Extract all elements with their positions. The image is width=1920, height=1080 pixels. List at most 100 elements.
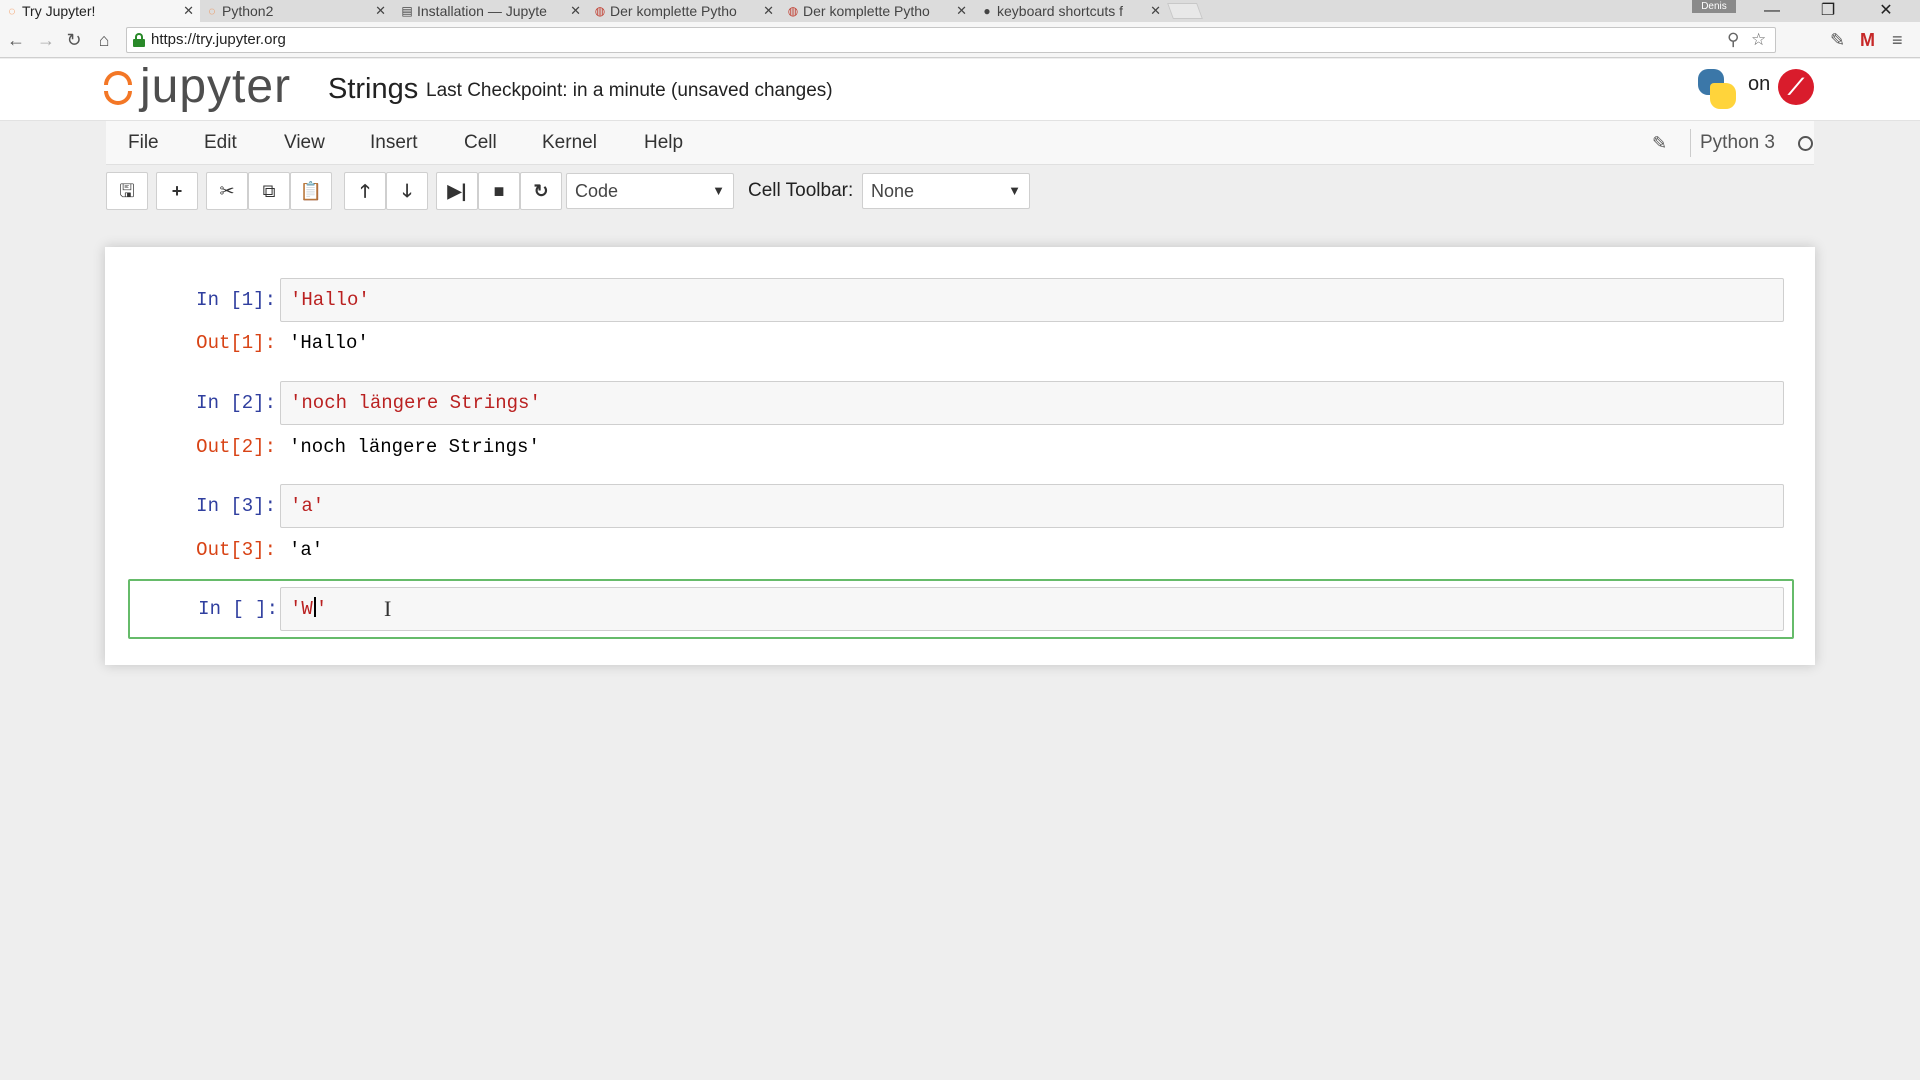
gmail-icon[interactable]: M xyxy=(1860,29,1875,51)
browser-tab-python-course-2[interactable]: ◍ Der komplette Pytho ✕ xyxy=(781,0,973,22)
caret-down-icon: ▼ xyxy=(712,183,725,198)
close-tab-icon[interactable]: ✕ xyxy=(956,0,967,22)
notebook-name[interactable]: Strings xyxy=(328,71,418,107)
close-tab-icon[interactable]: ✕ xyxy=(1150,0,1161,22)
github-icon: ● xyxy=(983,4,991,18)
jupyter-icon: ◌ xyxy=(208,4,216,18)
zoom-icon[interactable]: ⚲ xyxy=(1727,30,1739,50)
notebook-container: In [1]: 'Hallo' Out[1]: 'Hallo' In [2]: … xyxy=(105,247,1815,665)
paste-button[interactable]: 📋 xyxy=(290,172,332,210)
profile-badge[interactable]: Denis xyxy=(1692,0,1736,13)
menu-insert[interactable]: Insert xyxy=(370,121,418,165)
browser-tab-keyboard-shortcuts[interactable]: ● keyboard shortcuts f ✕ xyxy=(975,0,1167,22)
code-input[interactable]: 'noch längere Strings' xyxy=(280,381,1784,425)
code-input[interactable]: 'W ' xyxy=(280,587,1784,631)
code-input[interactable]: 'Hallo' xyxy=(280,278,1784,322)
kernel-idle-indicator-icon xyxy=(1798,136,1813,151)
caret-down-icon: ▼ xyxy=(1008,183,1021,198)
python-logo-icon xyxy=(1696,69,1738,111)
menu-help[interactable]: Help xyxy=(644,121,683,165)
output-prompt: Out[2]: xyxy=(196,436,276,458)
menu-edit[interactable]: Edit xyxy=(204,121,237,165)
cut-button[interactable]: ✂ xyxy=(206,172,248,210)
scissors-icon: ✂ xyxy=(219,181,235,201)
cell-toolbar-label: Cell Toolbar: xyxy=(748,180,854,201)
home-icon[interactable]: ⌂ xyxy=(92,28,116,52)
new-tab-button[interactable] xyxy=(1167,3,1203,19)
save-button[interactable]: 🖫 xyxy=(106,172,148,210)
paste-icon: 📋 xyxy=(299,181,323,201)
checkpoint-status: Last Checkpoint: in a minute (unsaved ch… xyxy=(426,80,833,101)
minimize-icon[interactable]: — xyxy=(1744,0,1800,22)
back-icon[interactable]: ← xyxy=(4,28,28,52)
close-tab-icon[interactable]: ✕ xyxy=(570,0,581,22)
close-tab-icon[interactable]: ✕ xyxy=(183,0,194,22)
browser-tab-python2[interactable]: ◌ Python2 ✕ xyxy=(200,0,392,22)
code-text: 'a' xyxy=(290,495,325,517)
code-input[interactable]: 'a' xyxy=(280,484,1784,528)
code-cell[interactable]: In [2]: 'noch längere Strings' Out[2]: '… xyxy=(128,381,1792,461)
menu-kernel[interactable]: Kernel xyxy=(542,121,597,165)
restart-kernel-button[interactable]: ↻ xyxy=(520,172,562,210)
kernel-name[interactable]: Python 3 xyxy=(1700,121,1775,165)
move-down-button[interactable]: 🡓 xyxy=(386,172,428,210)
close-tab-icon[interactable]: ✕ xyxy=(763,0,774,22)
mouse-ibeam-cursor-icon: I xyxy=(384,596,392,621)
udemy-icon: ◍ xyxy=(594,4,606,18)
restore-icon[interactable]: ❐ xyxy=(1800,0,1856,22)
menu-view[interactable]: View xyxy=(284,121,325,165)
reload-icon[interactable]: ↻ xyxy=(62,28,86,52)
rackspace-logo-icon: ⟋ xyxy=(1778,69,1814,105)
output-text: 'Hallo' xyxy=(289,332,369,354)
code-text: 'W ' xyxy=(290,597,328,620)
forward-icon[interactable]: → xyxy=(34,28,58,52)
menu-cell[interactable]: Cell xyxy=(464,121,497,165)
copy-icon: ⧉ xyxy=(262,181,276,201)
copy-button[interactable]: ⧉ xyxy=(248,172,290,210)
save-icon: 🖫 xyxy=(119,181,135,201)
browser-tab-try-jupyter[interactable]: ◌ Try Jupyter! ✕ xyxy=(0,0,200,22)
output-prompt: Out[1]: xyxy=(196,332,276,354)
browser-tab-python-course-1[interactable]: ◍ Der komplette Pytho ✕ xyxy=(588,0,780,22)
input-prompt: In [3]: xyxy=(196,495,276,517)
cell-type-select[interactable]: Code ▼ xyxy=(566,173,734,209)
extension-icon[interactable]: ✎ xyxy=(1830,29,1845,51)
active-code-cell[interactable]: In [ ]: 'W ' xyxy=(128,579,1794,639)
arrow-up-icon: 🡑 xyxy=(360,181,370,201)
refresh-icon: ↻ xyxy=(533,181,549,201)
notebook-header: jupyter Strings Last Checkpoint: in a mi… xyxy=(0,59,1920,121)
input-prompt: In [ ]: xyxy=(198,598,278,620)
close-window-icon[interactable]: ✕ xyxy=(1858,0,1914,22)
udemy-icon: ◍ xyxy=(787,4,799,18)
document-icon: ▤ xyxy=(401,4,413,18)
code-text: 'Hallo' xyxy=(290,289,370,311)
output-text: 'noch längere Strings' xyxy=(289,436,540,458)
output-prompt: Out[3]: xyxy=(196,539,276,561)
notebook-toolbar: 🖫 + ✂ ⧉ 📋 🡑 🡓 ▶| ■ ↻ Code ▼ Cell Toolbar… xyxy=(106,172,1814,212)
move-up-button[interactable]: 🡑 xyxy=(344,172,386,210)
chrome-menu-icon[interactable]: ≡ xyxy=(1892,29,1903,51)
browser-tab-installation[interactable]: ▤ Installation — Jupyte ✕ xyxy=(395,0,587,22)
browser-tab-strip: ◌ Try Jupyter! ✕ ◌ Python2 ✕ ▤ Installat… xyxy=(0,0,1920,22)
jupyter-logo-icon xyxy=(104,71,132,105)
menu-file[interactable]: File xyxy=(128,121,159,165)
lock-icon xyxy=(133,33,145,47)
cell-toolbar-select[interactable]: None ▼ xyxy=(862,173,1030,209)
url-text: https://try.jupyter.org xyxy=(151,31,286,48)
arrow-down-icon: 🡓 xyxy=(402,181,412,201)
bookmark-star-icon[interactable]: ☆ xyxy=(1751,30,1766,50)
code-cell[interactable]: In [1]: 'Hallo' Out[1]: 'Hallo' xyxy=(128,278,1792,358)
code-text: 'noch längere Strings' xyxy=(290,392,541,414)
jupyter-icon: ◌ xyxy=(8,4,16,18)
close-tab-icon[interactable]: ✕ xyxy=(375,0,386,22)
run-cell-button[interactable]: ▶| xyxy=(436,172,478,210)
output-text: 'a' xyxy=(289,539,324,561)
plus-icon: + xyxy=(171,181,183,201)
code-cell[interactable]: In [3]: 'a' Out[3]: 'a' xyxy=(128,484,1792,564)
insert-cell-button[interactable]: + xyxy=(156,172,198,210)
edit-mode-pencil-icon: ✎ xyxy=(1652,133,1668,153)
menubar: File Edit View Insert Cell Kernel Help ✎… xyxy=(106,121,1814,165)
interrupt-kernel-button[interactable]: ■ xyxy=(478,172,520,210)
jupyter-wordmark: jupyter xyxy=(140,60,292,113)
address-bar[interactable]: https://try.jupyter.org ⚲ ☆ xyxy=(126,27,1776,53)
